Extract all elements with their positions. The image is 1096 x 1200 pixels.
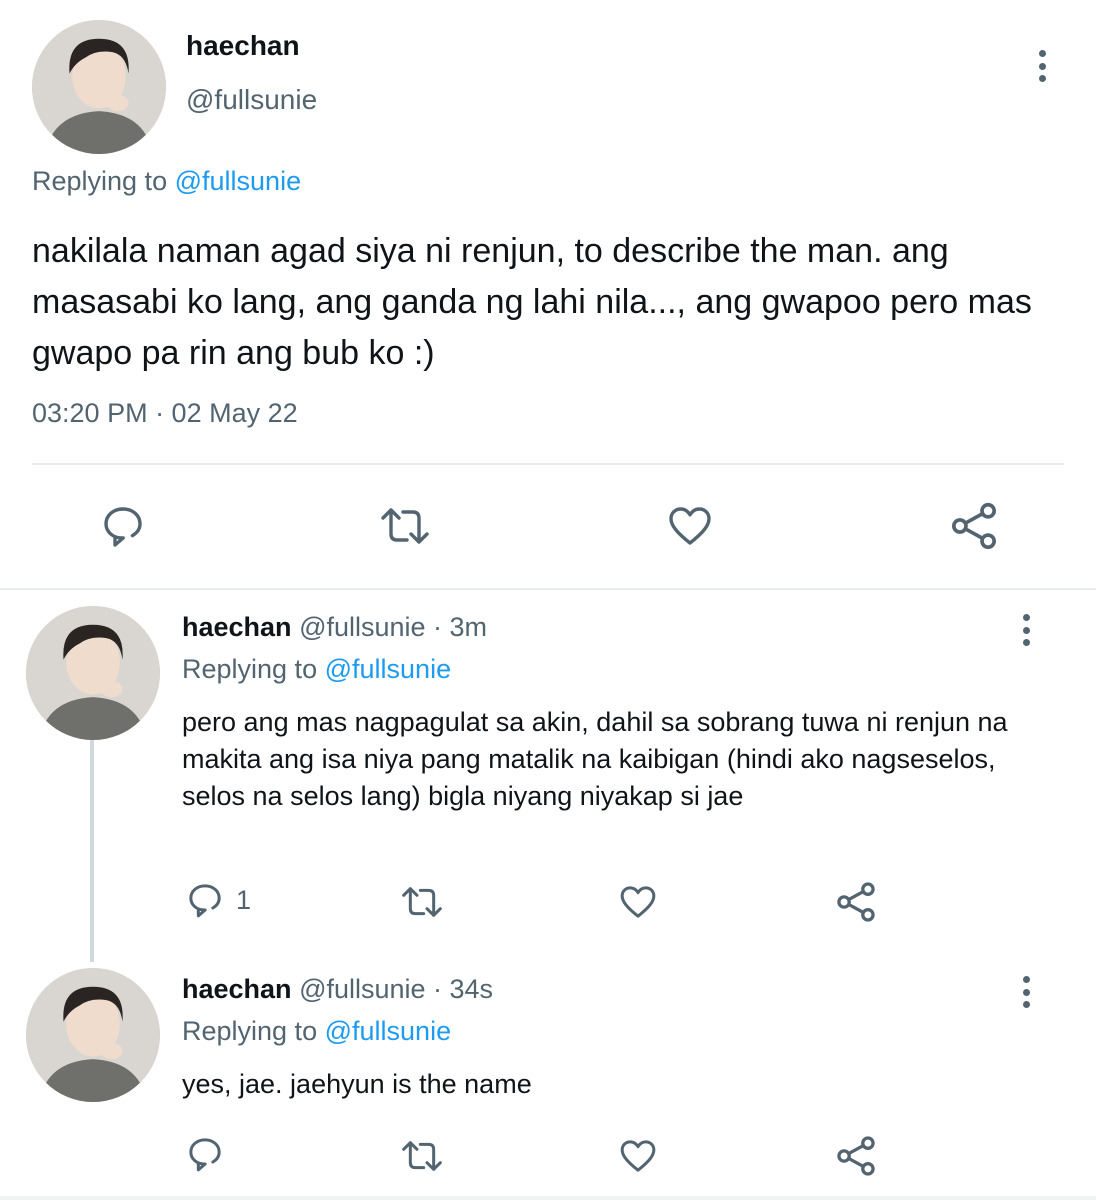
reply-button[interactable]: 1 <box>184 880 251 920</box>
retweet-icon <box>381 508 429 544</box>
more-options-icon[interactable] <box>1014 610 1038 650</box>
author-meta[interactable]: @fullsunie · 3m <box>299 612 487 642</box>
more-options-icon[interactable] <box>1014 972 1038 1012</box>
section-divider <box>0 588 1096 590</box>
author-name[interactable]: haechan <box>182 974 292 1004</box>
like-icon <box>669 507 711 545</box>
reply-button[interactable] <box>98 502 148 550</box>
retweet-icon <box>402 887 442 917</box>
reply-button[interactable] <box>184 1134 226 1174</box>
section-divider <box>0 1196 1096 1200</box>
replying-prefix: Replying to <box>182 1016 318 1046</box>
reply-count: 1 <box>236 884 252 915</box>
reply-icon <box>189 1138 221 1172</box>
like-button[interactable] <box>664 502 716 550</box>
avatar-photo <box>32 20 166 154</box>
retweet-button[interactable] <box>396 882 448 922</box>
avatar[interactable] <box>26 968 160 1102</box>
share-button[interactable] <box>834 1134 878 1178</box>
tweet-text: nakilala naman agad siya ni renjun, to d… <box>32 232 1032 372</box>
replying-handle-link[interactable]: @fullsunie <box>325 1016 451 1046</box>
author-name[interactable]: haechan <box>186 30 300 62</box>
reply-header: haechan @fullsunie · 34s <box>182 974 493 1005</box>
reply-header: haechan @fullsunie · 3m <box>182 612 487 643</box>
author-handle[interactable]: @fullsunie <box>186 84 317 116</box>
replying-prefix: Replying to <box>182 654 318 684</box>
retweet-icon <box>402 1141 442 1171</box>
replying-handle-link[interactable]: @fullsunie <box>325 654 451 684</box>
replying-to: Replying to @fullsunie <box>182 654 451 685</box>
reply-icon <box>104 507 142 547</box>
retweet-button[interactable] <box>396 1136 448 1176</box>
share-icon <box>952 502 996 550</box>
replying-to: Replying to @fullsunie <box>182 1016 451 1047</box>
tweet-timestamp[interactable]: 03:20 PM · 02 May 22 <box>32 398 298 429</box>
avatar[interactable] <box>26 606 160 740</box>
share-icon <box>837 882 875 922</box>
author-meta[interactable]: @fullsunie · 34s <box>299 974 493 1004</box>
thread-line <box>90 740 94 962</box>
share-button[interactable] <box>948 500 1000 552</box>
replying-to: Replying to @fullsunie <box>32 166 301 197</box>
avatar-photo <box>26 606 160 740</box>
tweet-text: yes, jae. jaehyun is the name <box>182 1069 532 1099</box>
like-button[interactable] <box>616 882 660 922</box>
like-button[interactable] <box>616 1136 660 1176</box>
avatar[interactable] <box>32 20 166 154</box>
share-button[interactable] <box>834 880 878 924</box>
like-icon <box>620 1140 656 1172</box>
reply-icon <box>189 884 221 918</box>
replying-prefix: Replying to <box>32 166 168 196</box>
avatar-photo <box>26 968 160 1102</box>
tweet-text: pero ang mas nagpagulat sa akin, dahil s… <box>182 707 1008 811</box>
author-name[interactable]: haechan <box>182 612 292 642</box>
like-icon <box>620 886 656 918</box>
main-tweet: haechan @fullsunie Replying to @fullsuni… <box>0 0 1096 588</box>
divider <box>32 463 1064 465</box>
replying-handle-link[interactable]: @fullsunie <box>175 166 301 196</box>
retweet-button[interactable] <box>374 502 436 550</box>
share-icon <box>837 1136 875 1176</box>
more-options-icon[interactable] <box>1030 46 1054 86</box>
